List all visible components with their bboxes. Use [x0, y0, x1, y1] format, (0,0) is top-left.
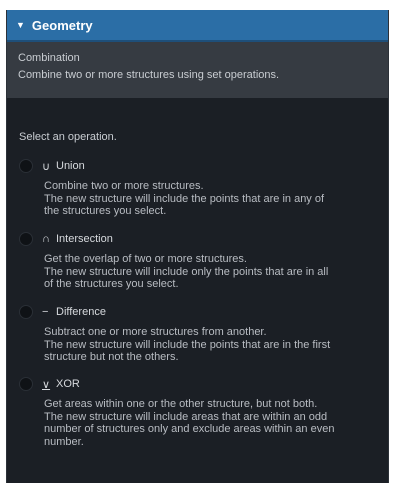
xor-desc-line: number of structures only and exclude ar…	[44, 423, 335, 435]
xor-symbol-icon: ∨	[42, 378, 51, 391]
union-radio-row[interactable]: ∪ Union	[7, 156, 388, 176]
difference-description: Subtract one or more structures from ano…	[7, 326, 388, 364]
difference-option: − Difference Subtract one or more struct…	[7, 302, 388, 364]
operation-prompt: Select an operation.	[19, 131, 117, 143]
intersection-description: Get the overlap of two or more structure…	[7, 253, 388, 291]
union-symbol-icon: ∪	[42, 160, 51, 173]
difference-desc-line: Subtract one or more structures from ano…	[44, 326, 267, 338]
intersection-desc-line: The new structure will include only the …	[44, 265, 329, 278]
difference-radio[interactable]	[19, 305, 33, 319]
difference-radio-row[interactable]: − Difference	[7, 302, 388, 322]
union-description: Combine two or more structures. The new …	[7, 180, 388, 218]
union-label: Union	[56, 160, 85, 172]
info-description: Combine two or more structures using set…	[18, 69, 280, 81]
xor-desc-line: number.	[44, 435, 84, 448]
intersection-radio-row[interactable]: ∩ Intersection	[7, 229, 388, 249]
intersection-desc-line: Get the overlap of two or more structure…	[44, 253, 247, 265]
difference-desc-line: structure but not the others.	[44, 351, 179, 363]
panel-title: Geometry	[31, 17, 93, 33]
caret-down-icon: ▼	[16, 19, 25, 30]
union-option: ∪ Union Combine two or more structures. …	[7, 156, 388, 218]
geometry-panel-header[interactable]: ▼ Geometry	[7, 10, 388, 42]
union-desc-line: The new structure will include the point…	[44, 192, 325, 205]
union-desc-line: Combine two or more structures.	[44, 180, 204, 192]
intersection-desc-line: of the structures you select.	[44, 278, 179, 290]
difference-desc-line: The new structure will include the point…	[44, 338, 331, 351]
geometry-panel: ▼ Geometry Combination Combine two or mo…	[6, 10, 389, 483]
xor-desc-line: The new structure will include areas tha…	[44, 410, 328, 423]
xor-desc-line: Get areas within one or the other struct…	[44, 398, 318, 410]
difference-symbol-icon: −	[42, 306, 49, 318]
xor-description: Get areas within one or the other struct…	[7, 398, 388, 448]
intersection-symbol-icon: ∩	[42, 233, 50, 245]
xor-option: ∨ XOR Get areas within one or the other …	[7, 374, 388, 448]
intersection-option: ∩ Intersection Get the overlap of two or…	[7, 229, 388, 291]
intersection-label: Intersection	[56, 233, 113, 245]
combination-info-box: Combination Combine two or more structur…	[7, 42, 388, 98]
intersection-radio[interactable]	[19, 232, 33, 246]
union-radio[interactable]	[19, 159, 33, 173]
union-desc-line: the structures you select.	[44, 205, 167, 217]
xor-radio-row[interactable]: ∨ XOR	[7, 374, 388, 394]
xor-radio[interactable]	[19, 377, 33, 391]
xor-label: XOR	[56, 378, 80, 390]
difference-label: Difference	[56, 306, 106, 318]
info-title: Combination	[18, 52, 80, 64]
